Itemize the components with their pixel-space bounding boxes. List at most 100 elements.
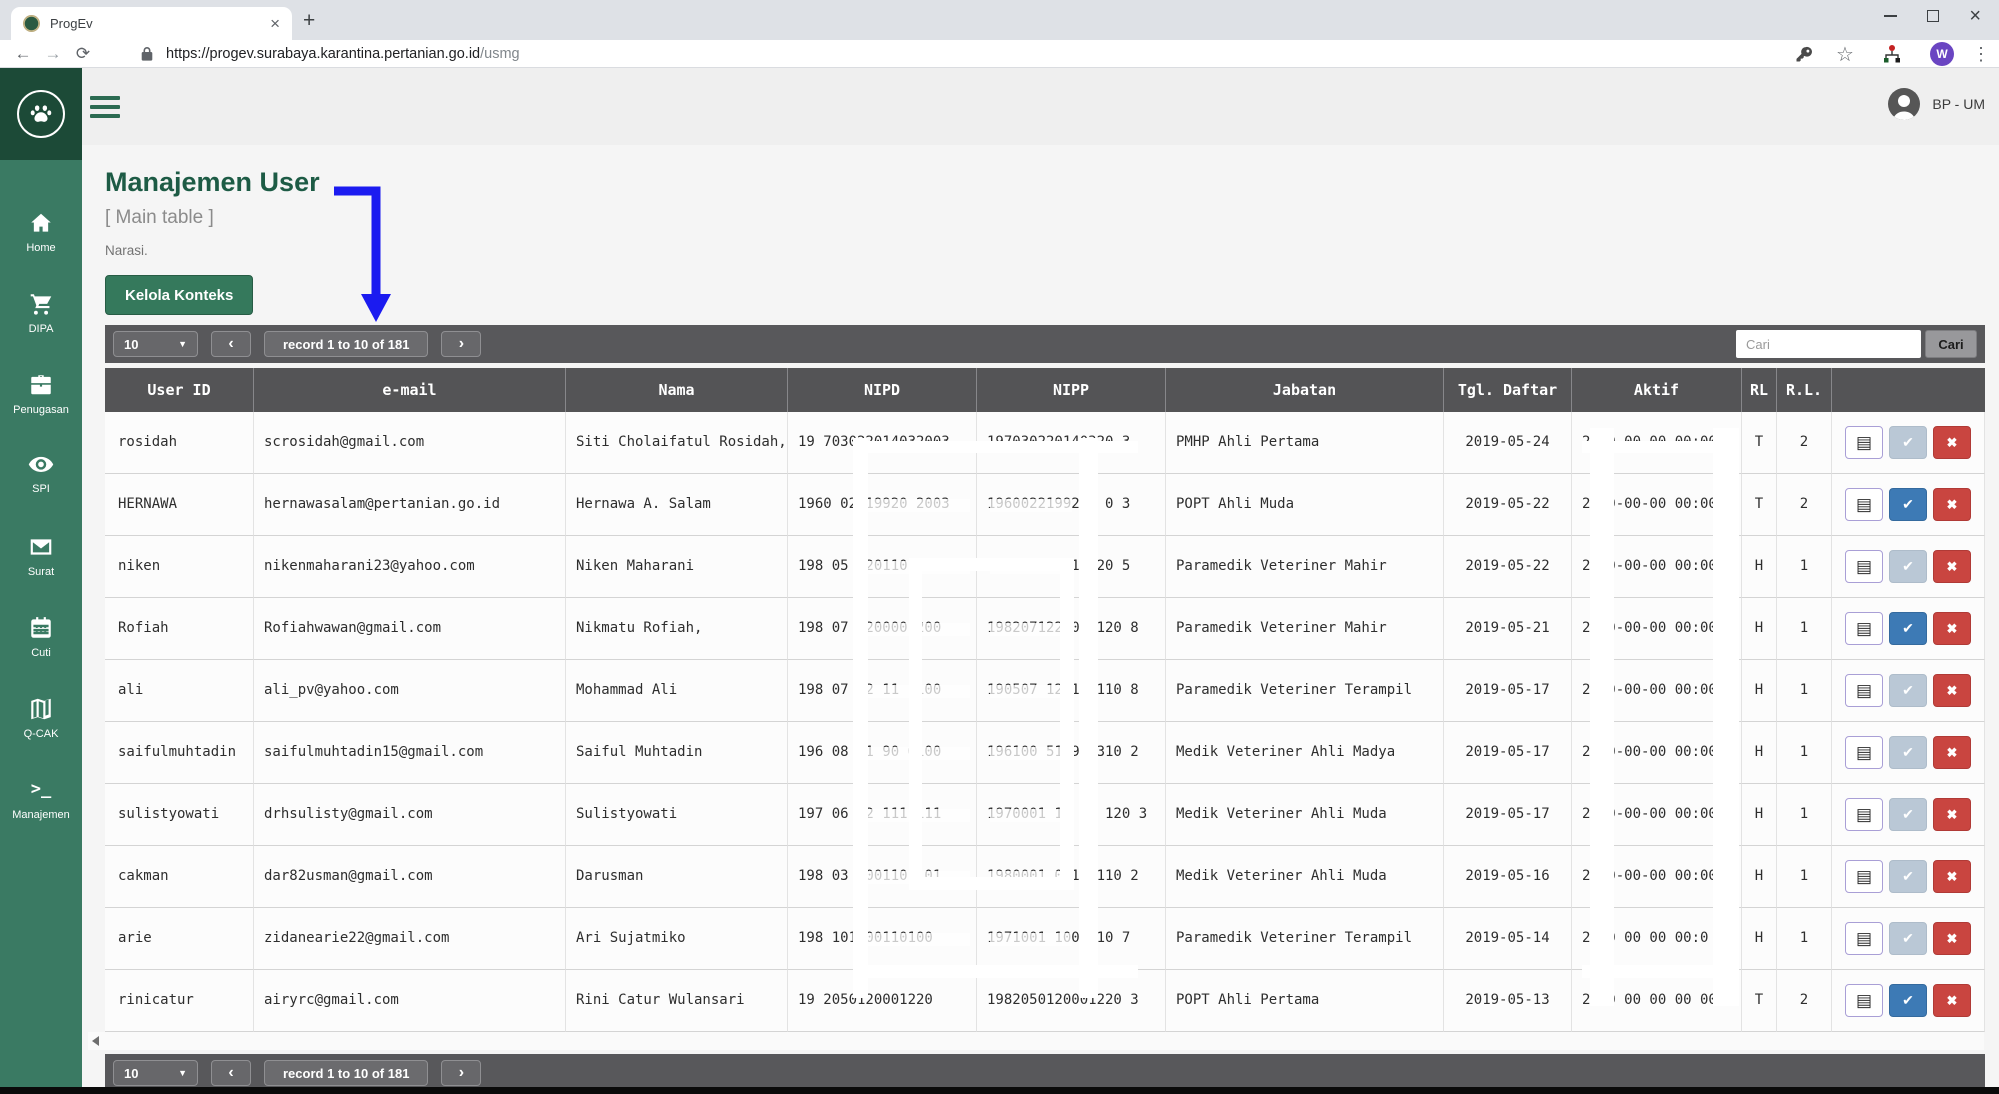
- bookmark-star-icon[interactable]: ☆: [1834, 40, 1856, 68]
- row-delete-button[interactable]: ✖: [1933, 860, 1971, 893]
- row-delete-button[interactable]: ✖: [1933, 798, 1971, 831]
- sidebar-item-home[interactable]: Home: [0, 210, 82, 291]
- sidebar-item-qcak[interactable]: Q-CAK: [0, 696, 82, 777]
- account-chip[interactable]: BP - UM: [1888, 88, 1985, 120]
- row-detail-button[interactable]: ▤: [1845, 860, 1883, 893]
- row-activate-button[interactable]: ✔: [1889, 550, 1927, 583]
- next-page-button[interactable]: ›: [441, 1060, 481, 1086]
- row-delete-button[interactable]: ✖: [1933, 984, 1971, 1017]
- prev-page-button[interactable]: ‹: [211, 331, 251, 357]
- cell-nipp: 1982050120001220 3: [977, 970, 1166, 1032]
- window-minimize-icon[interactable]: [1884, 15, 1897, 17]
- cell-rl-level: 2: [1777, 970, 1832, 1032]
- row-activate-button[interactable]: ✔: [1889, 612, 1927, 645]
- row-detail-button[interactable]: ▤: [1845, 550, 1883, 583]
- column-header-jabatan[interactable]: Jabatan: [1166, 368, 1444, 412]
- forward-icon[interactable]: →: [42, 40, 64, 68]
- cell-nama: Saiful Muhtadin: [566, 722, 788, 784]
- row-detail-button[interactable]: ▤: [1845, 488, 1883, 521]
- favicon-icon: [23, 15, 40, 32]
- redaction-overlay: [1079, 438, 1098, 998]
- hamburger-menu-icon[interactable]: [90, 96, 120, 118]
- browser-profile-avatar[interactable]: W: [1930, 42, 1954, 66]
- redaction-overlay: [858, 809, 970, 822]
- row-activate-button[interactable]: ✔: [1889, 922, 1927, 955]
- column-header-actions[interactable]: [1832, 368, 1985, 412]
- cell-tgl-daftar: 2019-05-16: [1444, 846, 1572, 908]
- row-delete-button[interactable]: ✖: [1933, 488, 1971, 521]
- row-activate-button[interactable]: ✔: [1889, 426, 1927, 459]
- row-activate-button[interactable]: ✔: [1889, 984, 1927, 1017]
- extension-icon[interactable]: [1880, 40, 1904, 68]
- browser-tab[interactable]: ProgEv ×: [11, 7, 292, 40]
- row-detail-button[interactable]: ▤: [1845, 426, 1883, 459]
- redaction-overlay: [1582, 441, 1728, 453]
- search-input[interactable]: [1736, 330, 1921, 358]
- page-size-select[interactable]: 10 ▼: [113, 1060, 198, 1086]
- row-delete-button[interactable]: ✖: [1933, 550, 1971, 583]
- column-header-user-id[interactable]: User ID: [105, 368, 254, 412]
- row-delete-button[interactable]: ✖: [1933, 426, 1971, 459]
- column-header-nipp[interactable]: NIPP: [977, 368, 1166, 412]
- row-delete-button[interactable]: ✖: [1933, 674, 1971, 707]
- url-text[interactable]: https://progev.surabaya.karantina.pertan…: [166, 40, 520, 68]
- cell-jabatan: POPT Ahli Pertama: [1166, 970, 1444, 1032]
- cell-rl-level: 2: [1777, 412, 1832, 474]
- row-detail-button[interactable]: ▤: [1845, 922, 1883, 955]
- redaction-overlay: [990, 809, 1072, 822]
- app-logo[interactable]: [0, 68, 82, 160]
- cell-user-id: sulistyowati: [105, 784, 254, 846]
- cell-email: zidanearie22@gmail.com: [254, 908, 566, 970]
- window-close-icon[interactable]: ×: [1969, 10, 1981, 22]
- sidebar-item-dipa[interactable]: DIPA: [0, 291, 82, 372]
- row-delete-button[interactable]: ✖: [1933, 922, 1971, 955]
- browser-menu-icon[interactable]: ⋮: [1972, 40, 1990, 68]
- new-tab-button[interactable]: +: [303, 9, 315, 33]
- column-header-nipd[interactable]: NIPD: [788, 368, 977, 412]
- column-header-nama[interactable]: Nama: [566, 368, 788, 412]
- horizontal-scrollbar[interactable]: [88, 1032, 1984, 1050]
- redaction-overlay: [858, 685, 970, 698]
- row-activate-button[interactable]: ✔: [1889, 860, 1927, 893]
- sidebar-item-cuti[interactable]: Cuti: [0, 615, 82, 696]
- row-activate-button[interactable]: ✔: [1889, 736, 1927, 769]
- row-detail-button[interactable]: ▤: [1845, 798, 1883, 831]
- search-button[interactable]: Cari: [1925, 330, 1977, 358]
- cell-jabatan: POPT Ahli Muda: [1166, 474, 1444, 536]
- back-icon[interactable]: ←: [12, 40, 34, 68]
- column-header-tgl-daftar[interactable]: Tgl. Daftar: [1444, 368, 1572, 412]
- page-size-select[interactable]: 10 ▼: [113, 331, 198, 357]
- next-page-button[interactable]: ›: [441, 331, 481, 357]
- redaction-overlay: [858, 933, 970, 946]
- row-activate-button[interactable]: ✔: [1889, 674, 1927, 707]
- row-delete-button[interactable]: ✖: [1933, 612, 1971, 645]
- column-header-r-l-[interactable]: R.L.: [1777, 368, 1832, 412]
- reload-icon[interactable]: ⟳: [72, 40, 94, 68]
- row-delete-button[interactable]: ✖: [1933, 736, 1971, 769]
- kelola-konteks-button[interactable]: Kelola Konteks: [105, 275, 253, 315]
- prev-page-button[interactable]: ‹: [211, 1060, 251, 1086]
- close-tab-icon[interactable]: ×: [270, 15, 280, 32]
- cell-tgl-daftar: 2019-05-14: [1444, 908, 1572, 970]
- window-maximize-icon[interactable]: [1927, 10, 1939, 22]
- row-detail-button[interactable]: ▤: [1845, 612, 1883, 645]
- annotation-arrow: [330, 182, 402, 328]
- browser-tab-strip: ProgEv × + ×: [0, 0, 1999, 40]
- sidebar-item-surat[interactable]: Surat: [0, 534, 82, 615]
- sidebar-item-manajemen[interactable]: >_ Manajemen: [0, 777, 82, 858]
- row-activate-button[interactable]: ✔: [1889, 488, 1927, 521]
- scroll-left-icon[interactable]: [92, 1036, 99, 1046]
- sidebar-item-penugasan[interactable]: Penugasan: [0, 372, 82, 453]
- column-header-e-mail[interactable]: e-mail: [254, 368, 566, 412]
- row-detail-button[interactable]: ▤: [1845, 984, 1883, 1017]
- column-header-aktif[interactable]: Aktif: [1572, 368, 1742, 412]
- redaction-overlay: [1590, 428, 1614, 1006]
- row-detail-button[interactable]: ▤: [1845, 736, 1883, 769]
- key-icon[interactable]: [1793, 40, 1815, 68]
- cell-nama: Rini Catur Wulansari: [566, 970, 788, 1032]
- column-header-rl[interactable]: RL: [1742, 368, 1777, 412]
- sidebar-item-spi[interactable]: SPI: [0, 453, 82, 534]
- cell-nama: Hernawa A. Salam: [566, 474, 788, 536]
- row-activate-button[interactable]: ✔: [1889, 798, 1927, 831]
- row-detail-button[interactable]: ▤: [1845, 674, 1883, 707]
